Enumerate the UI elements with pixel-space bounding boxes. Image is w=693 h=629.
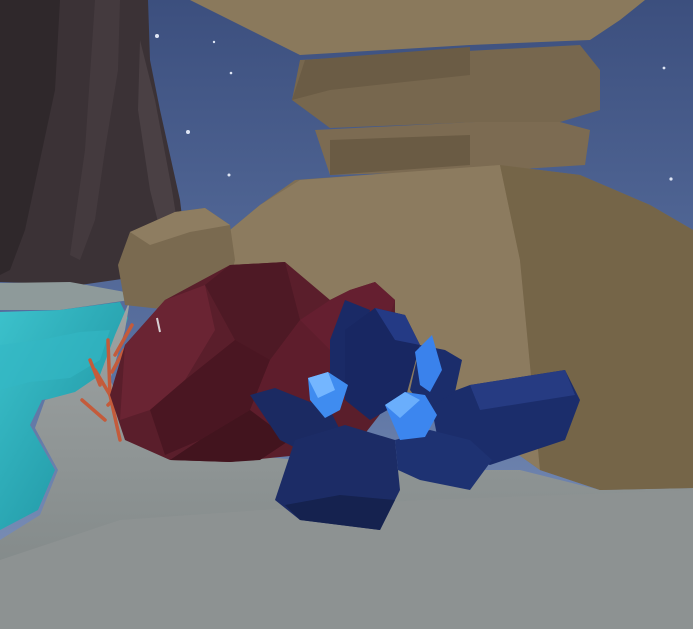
game-viewport[interactable] (0, 0, 693, 629)
scene-render (0, 0, 693, 629)
